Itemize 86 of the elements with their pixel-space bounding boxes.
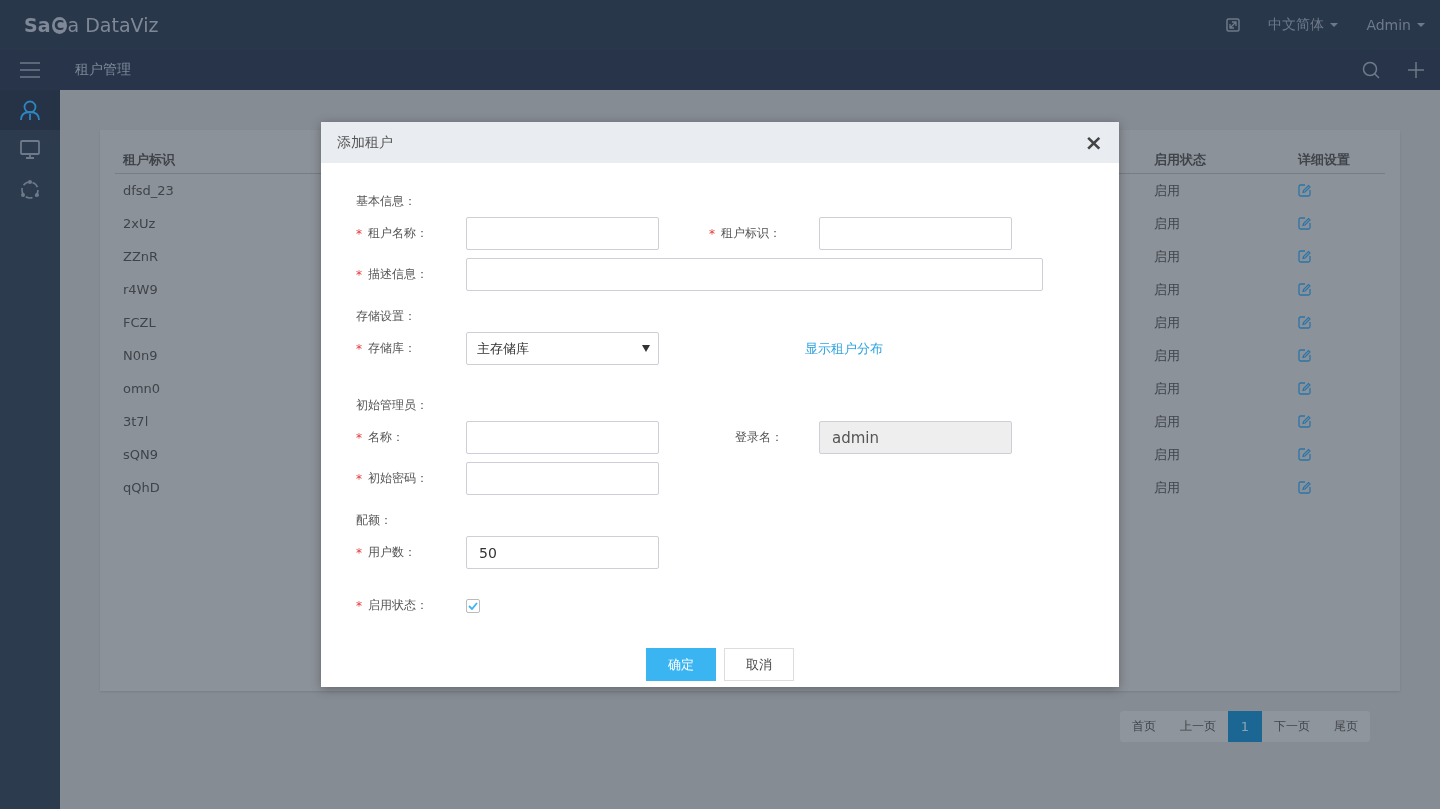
dropdown-arrow-icon [642,345,650,352]
table-cell: 启用 [1154,281,1180,297]
sidebar-item[interactable] [0,90,60,130]
required-mark: * [356,341,363,356]
required-mark: * [356,430,363,445]
table-cell: qQhD [123,480,160,495]
edit-icon[interactable] [1298,349,1311,362]
field-label: 名称： [368,429,404,446]
section-title: 存储设置： [356,308,417,325]
check-icon [468,601,478,610]
page-title: 租户管理 [75,61,131,79]
section-title: 初始管理员： [356,397,429,414]
plus-icon[interactable] [1408,62,1424,78]
table-cell: 启用 [1154,182,1180,198]
table-cell: 启用 [1154,215,1180,231]
required-mark: * [356,598,363,613]
section-title: 基本信息： [356,193,417,210]
select-field[interactable]: 主存储库 [466,332,659,365]
input-field[interactable] [819,217,1012,250]
required-mark: * [356,226,363,241]
table-cell: 启用 [1154,446,1180,462]
user-icon [20,99,40,121]
page-button[interactable]: 首页 [1120,711,1168,742]
table-cell: 2xUz [123,216,156,231]
table-cell: 启用 [1154,347,1180,363]
page-button[interactable]: 下一页 [1262,711,1322,742]
required-mark: * [356,471,363,486]
monitor-icon [20,139,40,161]
input-field[interactable]: 50 [466,536,659,569]
input-field[interactable] [466,258,1043,291]
table-cell: dfsd_23 [123,183,174,198]
required-mark: * [356,267,363,282]
table-cell: 启用 [1154,413,1180,429]
required-mark: * [356,545,363,560]
field-label: 用户数： [368,544,416,561]
user-menu[interactable]: Admin [1366,17,1425,33]
page-button[interactable]: 尾页 [1322,711,1370,742]
caret-icon [1330,23,1339,27]
edit-icon[interactable] [1298,217,1311,230]
table-cell: N0n9 [123,348,158,363]
table-cell: FCZL [123,315,156,330]
edit-icon[interactable] [1298,316,1311,329]
table-cell: 3t7l [123,414,149,429]
input-field[interactable] [466,217,659,250]
field-label: 启用状态： [368,597,428,614]
menu-icon[interactable] [20,61,40,79]
search-icon[interactable] [1362,61,1380,79]
logo: Sa C a DataViz [24,14,159,36]
table-cell: sQN9 [123,447,158,462]
expand-icon[interactable] [1226,18,1241,32]
table-cell: 启用 [1154,314,1180,330]
field-label: 存储库： [368,340,416,357]
edit-icon[interactable] [1298,184,1311,197]
input-field[interactable] [466,421,659,454]
page-button[interactable]: 上一页 [1168,711,1228,742]
confirm-button[interactable]: 确定 [646,648,716,681]
table-cell: r4W9 [123,282,158,297]
column-header: 详细设置 [1290,146,1385,174]
table-cell: omn0 [123,381,161,396]
table-cell: 启用 [1154,479,1180,495]
edit-icon[interactable] [1298,283,1311,296]
field-label: 初始密码： [368,470,428,487]
language-menu[interactable]: 中文简体 [1268,16,1339,34]
table-cell: ZZnR [123,249,159,264]
table-cell: 启用 [1154,380,1180,396]
input-field[interactable] [466,462,659,495]
column-header: 启用状态 [1146,146,1290,174]
edit-icon[interactable] [1298,382,1311,395]
edit-icon[interactable] [1298,250,1311,263]
page-button[interactable]: 1 [1228,711,1262,742]
edit-icon[interactable] [1298,481,1311,494]
edit-icon[interactable] [1298,448,1311,461]
section-title: 配额： [356,512,393,529]
ring-icon [20,179,40,201]
cancel-button[interactable]: 取消 [724,648,794,681]
checkbox[interactable] [466,598,480,613]
field-label: 租户标识： [721,225,781,242]
table-cell: 启用 [1154,248,1180,264]
edit-icon[interactable] [1298,415,1311,428]
field-label: 描述信息： [368,266,428,283]
field-label: 登录名： [735,429,783,446]
readonly-field: admin [819,421,1012,454]
field-label: 租户名称： [368,225,428,242]
show-distribution-link[interactable]: 显示租户分布 [805,339,883,358]
caret-icon [1417,23,1425,27]
required-mark: * [709,226,716,241]
